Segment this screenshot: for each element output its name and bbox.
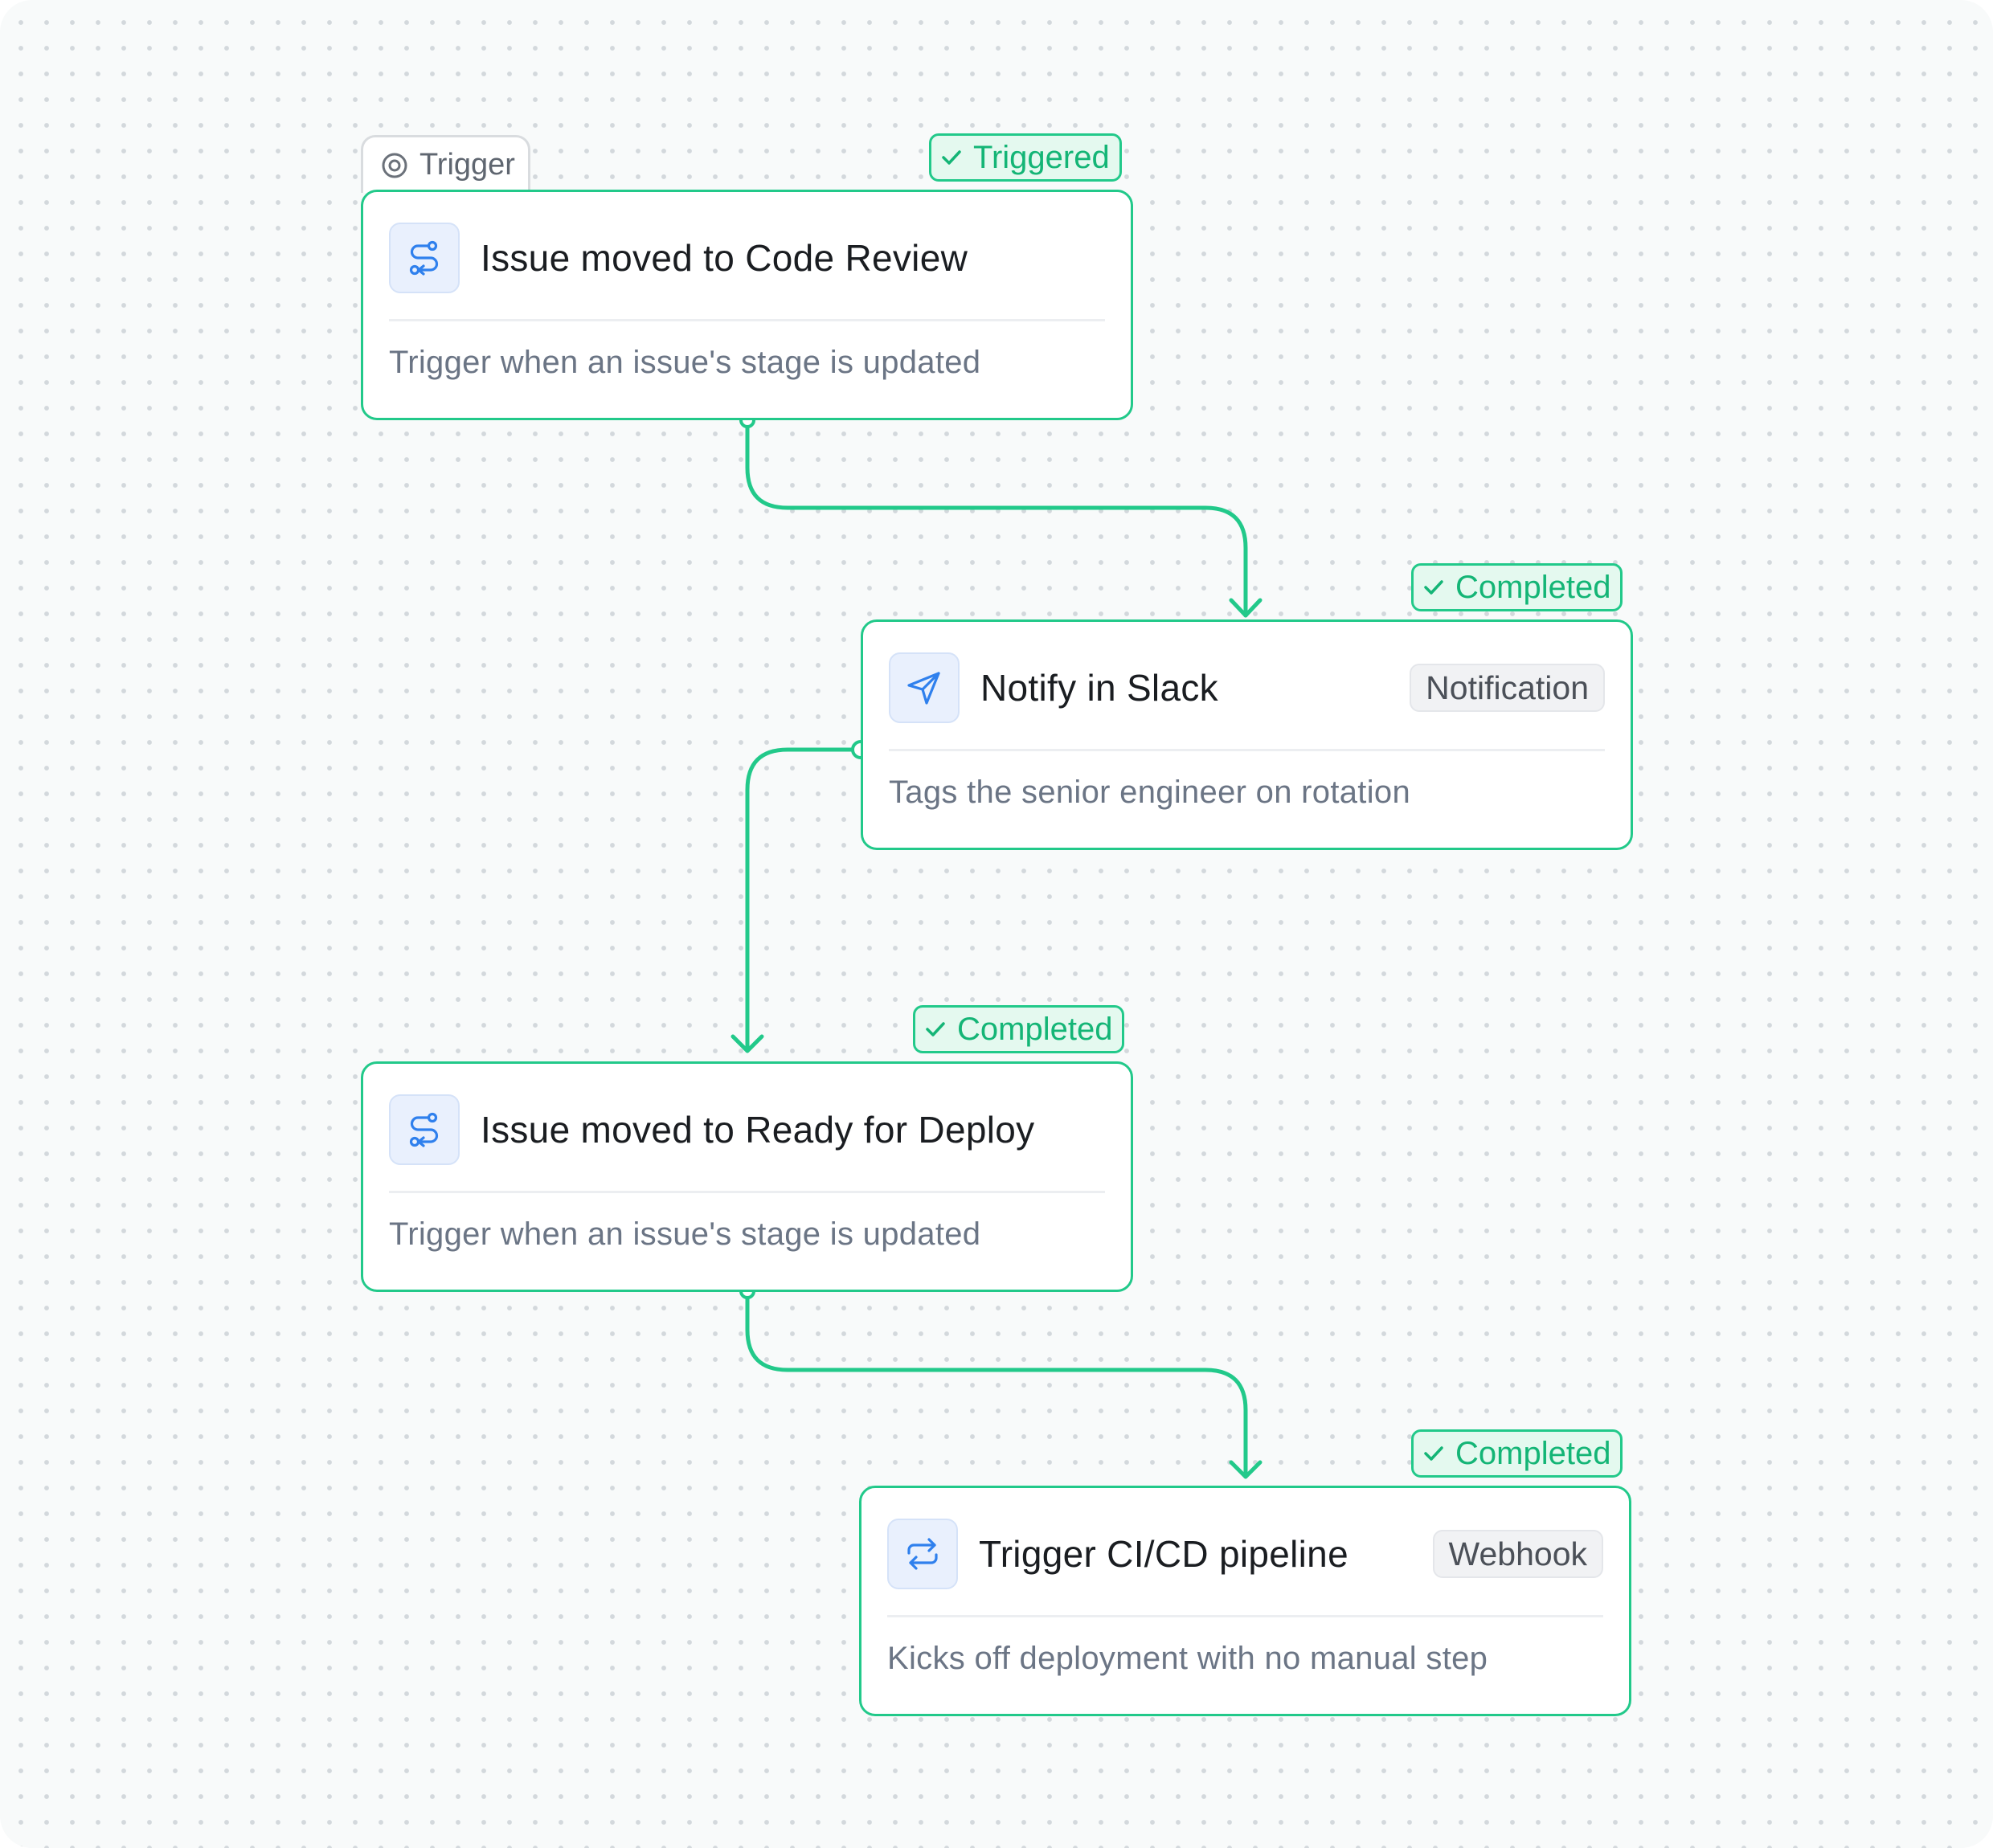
status-badge-label: Triggered	[973, 139, 1110, 175]
node-title: Trigger CI/CD pipeline	[979, 1533, 1348, 1575]
repeat-arrows-icon	[887, 1519, 958, 1589]
node-divider	[887, 1615, 1603, 1617]
send-icon	[889, 652, 960, 723]
status-badge: Triggered	[929, 133, 1122, 182]
workflow-canvas[interactable]: Trigger Triggered Completed Completed Co…	[0, 0, 1993, 1848]
target-icon	[382, 153, 407, 178]
connector-3-to-4	[745, 1289, 1248, 1479]
status-badge-label: Completed	[1455, 1435, 1611, 1471]
connector-1-to-2	[745, 418, 1248, 618]
node-description: Trigger when an issue's stage is updated	[389, 1216, 981, 1252]
node-divider	[389, 319, 1105, 321]
workflow-route-icon	[389, 223, 460, 293]
node-title: Notify in Slack	[980, 667, 1218, 709]
status-badge-label: Completed	[1455, 569, 1611, 605]
status-badge: Completed	[1411, 1429, 1623, 1478]
status-badge: Completed	[1411, 563, 1623, 611]
workflow-node-notify-slack[interactable]: Notify in Slack Notification Tags the se…	[861, 619, 1633, 850]
node-type-chip: Notification	[1410, 664, 1605, 712]
node-description: Tags the senior engineer on rotation	[889, 775, 1411, 810]
node-type-chip: Webhook	[1432, 1530, 1603, 1578]
trigger-tab-label: Trigger	[419, 148, 515, 182]
workflow-node-ready-for-deploy-trigger[interactable]: Issue moved to Ready for Deploy Trigger …	[361, 1061, 1133, 1292]
workflow-node-cicd-pipeline[interactable]: Trigger CI/CD pipeline Webhook Kicks off…	[859, 1486, 1631, 1716]
node-description: Kicks off deployment with no manual step	[887, 1641, 1488, 1676]
node-divider	[889, 749, 1605, 751]
workflow-route-icon	[389, 1094, 460, 1165]
node-divider	[389, 1191, 1105, 1193]
check-icon	[926, 1022, 945, 1036]
check-icon	[1424, 580, 1443, 595]
trigger-tab[interactable]: Trigger	[361, 135, 530, 193]
status-badge: Completed	[913, 1005, 1125, 1053]
node-description: Trigger when an issue's stage is updated	[389, 345, 981, 380]
status-badge-label: Completed	[957, 1011, 1113, 1047]
check-icon	[1424, 1446, 1443, 1461]
connector-2-to-3	[745, 747, 863, 1053]
node-title: Issue moved to Ready for Deploy	[481, 1109, 1035, 1151]
check-icon	[942, 150, 961, 165]
workflow-node-code-review-trigger[interactable]: Issue moved to Code Review Trigger when …	[361, 190, 1133, 420]
node-title: Issue moved to Code Review	[481, 237, 968, 279]
